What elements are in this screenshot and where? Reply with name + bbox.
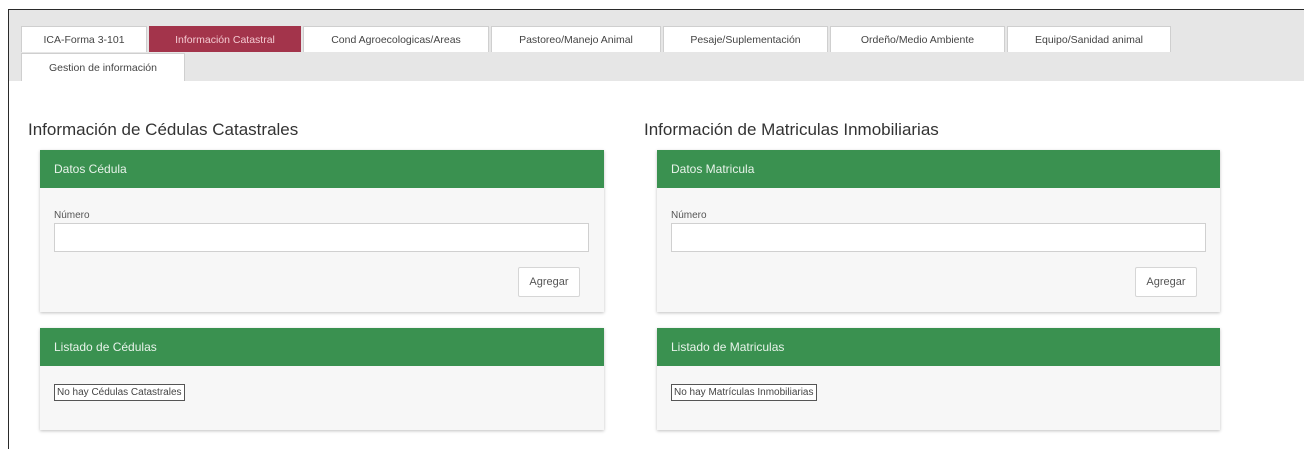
add-matricula-button[interactable]: Agregar xyxy=(1135,267,1197,297)
tab-cond-agroecologicas[interactable]: Cond Agroecologicas/Areas xyxy=(303,26,489,52)
no-cedulas-message: No hay Cédulas Catastrales xyxy=(54,384,185,401)
cedula-numero-label: Número xyxy=(54,210,90,221)
matriculas-section-title: Información de Matriculas Inmobiliarias xyxy=(644,120,939,139)
tab-ordeno-medio-ambiente[interactable]: Ordeño/Medio Ambiente xyxy=(830,26,1005,52)
datos-matricula-card: Datos Matricula Número Agregar xyxy=(657,150,1220,312)
tab-pastoreo-manejo[interactable]: Pastoreo/Manejo Animal xyxy=(491,26,661,52)
listado-cedulas-header: Listado de Cédulas xyxy=(40,328,604,366)
tab-ica-forma[interactable]: ICA-Forma 3-101 xyxy=(21,26,147,52)
tab-informacion-catastral[interactable]: Información Catastral xyxy=(149,26,301,52)
cedula-numero-input[interactable] xyxy=(54,223,589,252)
matricula-numero-label: Número xyxy=(671,210,707,221)
datos-cedula-card: Datos Cédula Número Agregar xyxy=(40,150,604,312)
add-cedula-button[interactable]: Agregar xyxy=(518,267,580,297)
datos-cedula-header: Datos Cédula xyxy=(40,150,604,188)
listado-matriculas-header: Listado de Matriculas xyxy=(657,328,1220,366)
tab-equipo-sanidad[interactable]: Equipo/Sanidad animal xyxy=(1007,26,1171,52)
listado-matriculas-card: Listado de Matriculas No hay Matrículas … xyxy=(657,328,1220,430)
cedulas-section-title: Información de Cédulas Catastrales xyxy=(28,120,299,139)
no-matriculas-message: No hay Matrículas Inmobiliarias xyxy=(671,384,817,401)
matricula-numero-input[interactable] xyxy=(671,223,1206,252)
listado-cedulas-card: Listado de Cédulas No hay Cédulas Catast… xyxy=(40,328,604,430)
datos-matricula-header: Datos Matricula xyxy=(657,150,1220,188)
tab-bar: ICA-Forma 3-101 Información Catastral Co… xyxy=(9,10,1304,81)
tab-pesaje-suplementacion[interactable]: Pesaje/Suplementación xyxy=(663,26,828,52)
tab-gestion-informacion[interactable]: Gestion de información xyxy=(21,53,185,81)
